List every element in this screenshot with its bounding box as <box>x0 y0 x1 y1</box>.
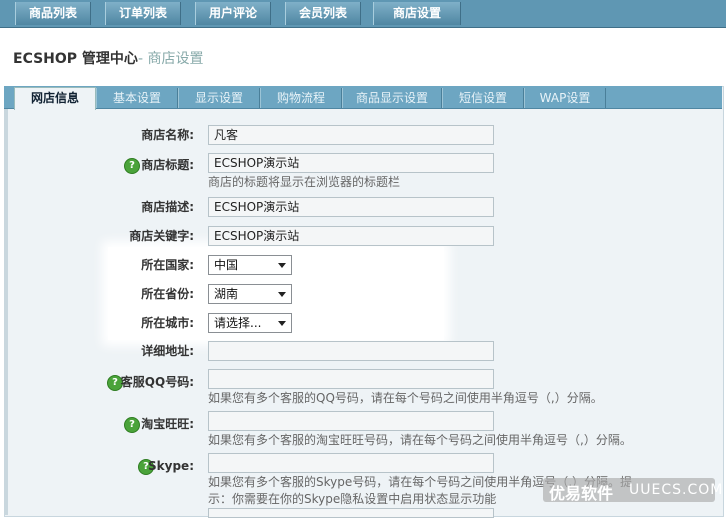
wangwang-label: 淘宝旺旺: <box>141 417 194 431</box>
chevron-down-icon <box>278 292 286 297</box>
tab-order-list[interactable]: 订单列表 <box>105 2 181 25</box>
address-input[interactable] <box>208 341 494 361</box>
shop-title-label: 商店标题: <box>141 158 194 172</box>
top-nav: 商品列表 订单列表 用户评论 会员列表 商店设置 <box>0 0 726 28</box>
settings-tabs: 网店信息 基本设置 显示设置 购物流程 商品显示设置 短信设置 WAP设置 <box>4 86 722 110</box>
page-subtitle: - 商店设置 <box>137 51 204 67</box>
shop-name-label: 商店名称: <box>141 128 194 142</box>
country-select-value: 中国 <box>214 258 239 272</box>
shop-desc-label: 商店描述: <box>141 200 194 214</box>
watermark: 优易软件 UUECS.COM <box>543 478 722 503</box>
page-header: ECSHOP 管理中心- 商店设置 <box>0 28 726 83</box>
tab-goods-list[interactable]: 商品列表 <box>15 2 91 25</box>
tab-shop-settings[interactable]: 商店设置 <box>373 2 461 25</box>
subtab-display[interactable]: 显示设置 <box>178 88 260 108</box>
left-scroll-track <box>4 109 8 515</box>
wangwang-note: 如果您有多个客服的淘宝旺旺号码，请在每个号码之间使用半角逗号（,）分隔。 <box>208 433 632 447</box>
shop-keywords-input[interactable]: ECSHOP演示站 <box>208 226 494 246</box>
address-label: 详细地址: <box>141 344 194 358</box>
province-select[interactable]: 湖南 <box>208 284 292 304</box>
page-title: ECSHOP 管理中心- 商店设置 <box>13 51 204 67</box>
qq-input[interactable] <box>208 369 494 389</box>
city-label: 所在城市: <box>141 316 194 330</box>
shop-title-note: 商店的标题将显示在浏览器的标题栏 <box>208 175 401 189</box>
skype-label: Skype: <box>148 459 194 473</box>
qq-label: 客服QQ号码: <box>120 375 194 389</box>
city-select-value: 请选择... <box>214 316 262 330</box>
chevron-down-icon <box>278 263 286 268</box>
wangwang-input[interactable] <box>208 411 494 431</box>
country-select[interactable]: 中国 <box>208 255 292 275</box>
qq-note: 如果您有多个客服的QQ号码，请在每个号码之间使用半角逗号（,）分隔。 <box>208 391 603 405</box>
province-select-value: 湖南 <box>214 287 239 301</box>
subtab-shop-info[interactable]: 网店信息 <box>14 87 96 110</box>
skype-note-2: 示：你需要在你的Skype隐私设置中启用状态显示功能 <box>208 492 497 506</box>
subtab-checkout-flow[interactable]: 购物流程 <box>260 88 342 108</box>
skype-input[interactable] <box>208 453 494 473</box>
shop-keywords-label: 商店关键字: <box>129 229 194 243</box>
watermark-logo: 优易软件 <box>549 484 614 503</box>
next-input-partial[interactable] <box>208 508 494 518</box>
subtab-sms[interactable]: 短信设置 <box>442 88 524 108</box>
watermark-text: UUECS.COM <box>629 482 724 498</box>
subtab-goods-display[interactable]: 商品显示设置 <box>342 88 442 108</box>
city-select[interactable]: 请选择... <box>208 313 292 333</box>
subtab-basic[interactable]: 基本设置 <box>96 88 178 108</box>
tab-user-comments[interactable]: 用户评论 <box>195 2 271 25</box>
shop-title-input[interactable]: ECSHOP演示站 <box>208 153 494 173</box>
tab-member-list[interactable]: 会员列表 <box>285 2 361 25</box>
shop-desc-input[interactable]: ECSHOP演示站 <box>208 197 494 217</box>
country-label: 所在国家: <box>141 258 194 272</box>
chevron-down-icon <box>278 321 286 326</box>
shop-name-input[interactable]: 凡客 <box>208 125 494 145</box>
subtab-wap[interactable]: WAP设置 <box>524 88 606 108</box>
province-label: 所在省份: <box>141 287 194 301</box>
